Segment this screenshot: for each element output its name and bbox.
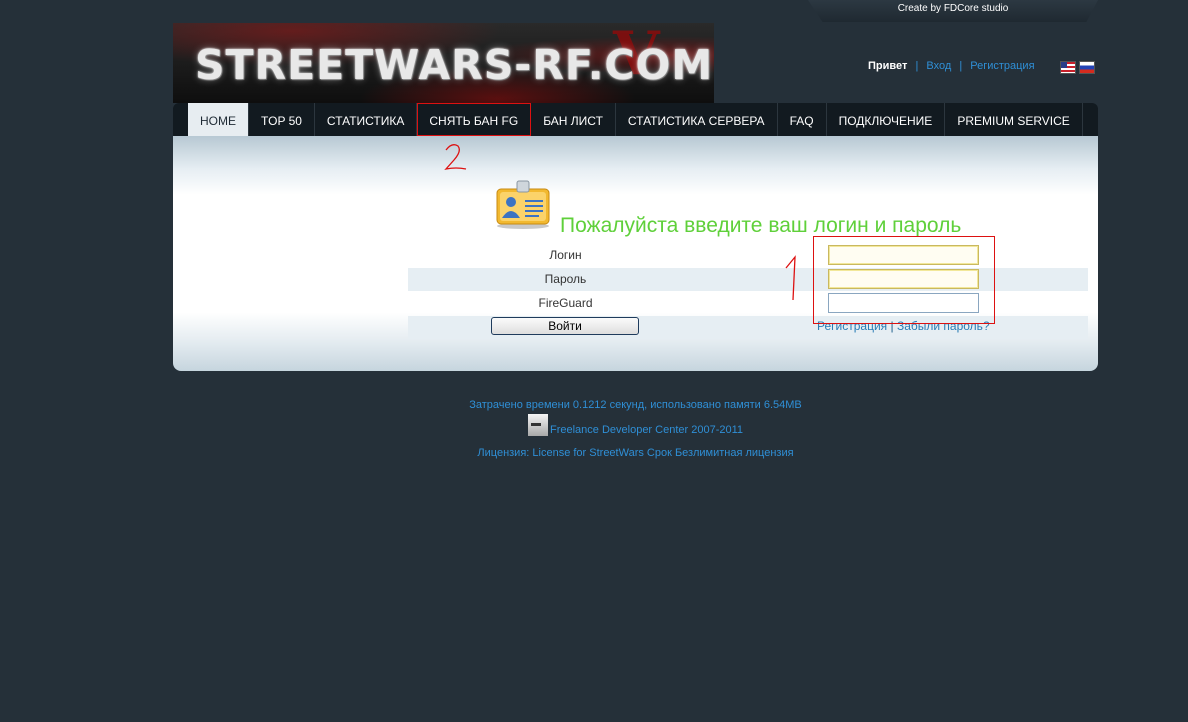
- developer-text[interactable]: Freelance Developer Center 2007-2011: [550, 424, 743, 436]
- nav-item-faq[interactable]: FAQ: [778, 103, 827, 136]
- ru-flag-icon[interactable]: [1079, 61, 1095, 74]
- fireguard-label: FireGuard: [538, 296, 593, 310]
- credit-text: Create by FDCore studio: [897, 3, 1009, 14]
- fdc-logo-icon: [527, 414, 548, 436]
- footer-license: Лицензия: License for StreetWars Срок Бе…: [477, 447, 794, 459]
- greeting-text: Привет: [868, 60, 908, 72]
- main-nav: HOME TOP 50 СТАТИСТИКА СНЯТЬ БАН FG БАН …: [173, 103, 1098, 136]
- user-card-icon: [496, 180, 550, 229]
- annotation-number-2: [444, 144, 467, 171]
- top-separator: |: [959, 60, 963, 72]
- annotation-box-1: [813, 236, 995, 324]
- nav-item-unban-fg[interactable]: СНЯТЬ БАН FG: [417, 103, 532, 136]
- credit-tab: Create by FDCore studio: [808, 0, 1098, 22]
- nav-item-server-stats[interactable]: СТАТИСТИКА СЕРВЕРА: [616, 103, 778, 136]
- password-label: Пароль: [544, 272, 587, 286]
- site-logo[interactable]: V STREETWARS-RF.COM: [173, 23, 714, 103]
- logo-text: STREETWARS-RF.COM: [195, 41, 714, 89]
- footer-developer: Freelance Developer Center 2007-2011: [173, 414, 1098, 436]
- top-separator: |: [915, 60, 919, 72]
- nav-item-home[interactable]: HOME: [188, 103, 249, 136]
- language-flags: [1060, 61, 1098, 80]
- footer-timing: Затрачено времени 0.1212 секунд, использ…: [469, 399, 802, 411]
- nav-item-connection[interactable]: ПОДКЛЮЧЕНИЕ: [827, 103, 946, 136]
- register-link[interactable]: Регистрация: [970, 60, 1034, 72]
- login-label: Логин: [549, 248, 582, 262]
- nav-item-premium[interactable]: PREMIUM SERVICE: [945, 103, 1083, 136]
- annotation-number-1: [785, 255, 796, 301]
- login-link[interactable]: Вход: [926, 60, 951, 72]
- nav-item-ban-list[interactable]: БАН ЛИСТ: [531, 103, 616, 136]
- top-links: Привет | Вход | Регистрация: [868, 60, 1035, 72]
- login-heading: Пожалуйста введите ваш логин и пароль: [560, 214, 962, 237]
- nav-item-top50[interactable]: TOP 50: [249, 103, 315, 136]
- us-flag-icon[interactable]: [1060, 61, 1076, 74]
- nav-item-statistics[interactable]: СТАТИСТИКА: [315, 103, 418, 136]
- login-button[interactable]: Войти: [491, 317, 639, 335]
